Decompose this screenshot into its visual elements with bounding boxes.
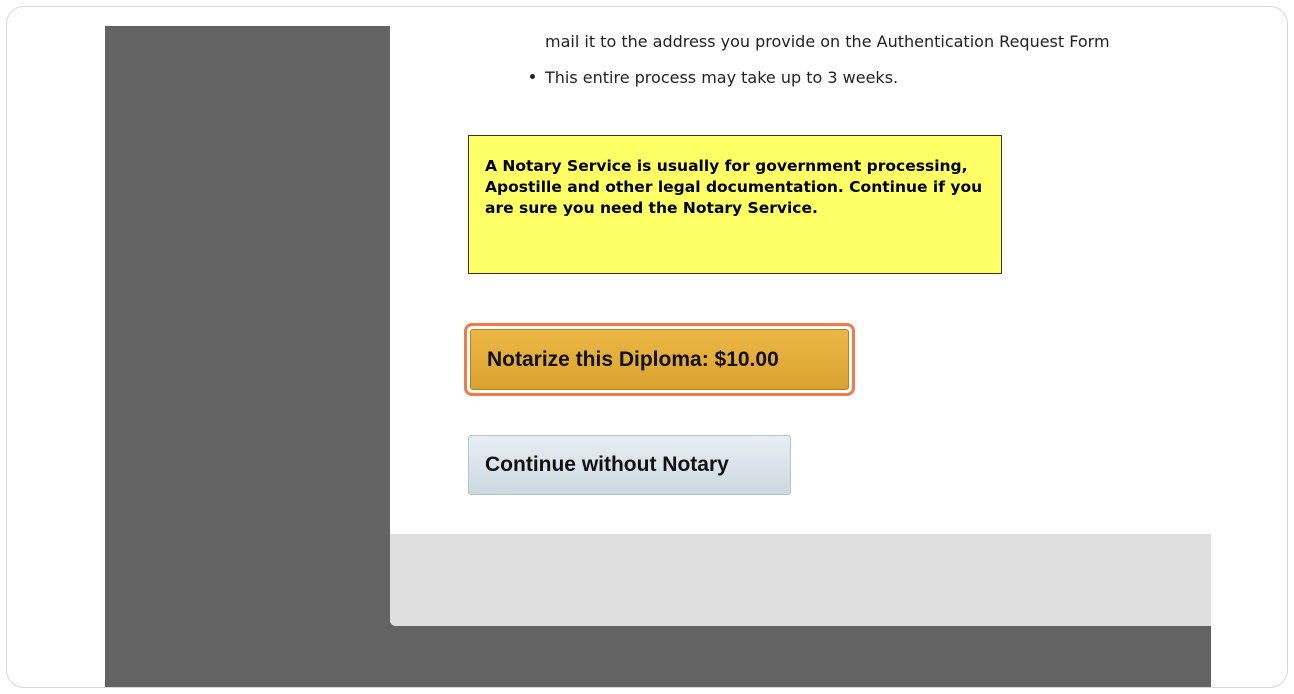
notary-warning-text: A Notary Service is usually for governme… xyxy=(485,157,983,217)
page-footer-bar xyxy=(390,534,1211,626)
notarize-button-highlight: Notarize this Diploma: $10.00 xyxy=(464,323,855,396)
bullet-icon xyxy=(530,74,535,79)
continue-without-notary-button[interactable]: Continue without Notary xyxy=(468,435,791,495)
screenshot-frame: mail it to the address you provide on th… xyxy=(6,6,1288,688)
process-duration-text: This entire process may take up to 3 wee… xyxy=(545,68,899,87)
address-instruction-text: mail it to the address you provide on th… xyxy=(545,32,1110,51)
content-panel: mail it to the address you provide on th… xyxy=(390,26,1211,626)
notary-warning-notice: A Notary Service is usually for governme… xyxy=(468,135,1002,274)
notarize-diploma-button[interactable]: Notarize this Diploma: $10.00 xyxy=(470,329,849,390)
browser-viewport: mail it to the address you provide on th… xyxy=(105,26,1211,687)
process-duration-list-item: This entire process may take up to 3 wee… xyxy=(530,68,898,87)
